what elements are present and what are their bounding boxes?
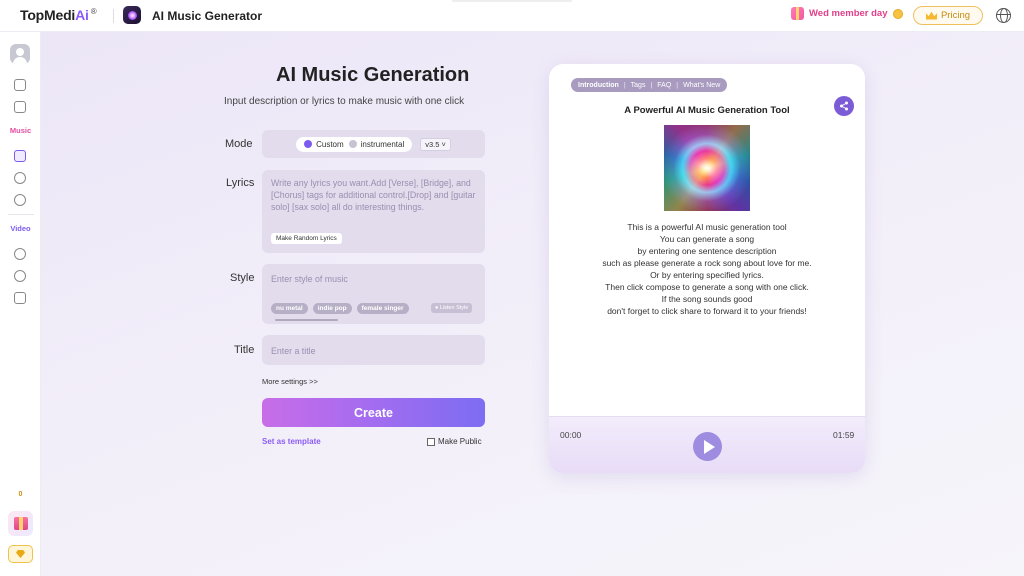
top-bar: TopMediAi ® AI Music Generator Wed member… [0,0,1024,32]
top-loading-bar [452,0,572,2]
brand-divider [113,9,114,23]
sidebar-section-video: Video [10,224,31,233]
user-avatar[interactable] [10,44,30,64]
lyrics-placeholder: Write any lyrics you want.Add [Verse], [… [271,178,476,212]
title-input[interactable]: Enter a title [262,335,485,365]
page-title: AI Music Generation [276,64,470,86]
member-day-label: Wed member day [809,8,888,19]
mode-instrumental-option[interactable]: instrumental [348,139,405,149]
style-tag[interactable]: nu metal [271,303,308,314]
mode-custom-option[interactable]: Custom [304,140,344,149]
sidebar-vinyl-icon[interactable] [14,172,26,184]
gift-icon [791,7,804,20]
sidebar-layers-icon[interactable] [14,292,26,304]
make-public-checkbox[interactable] [427,437,435,446]
mode-label: Mode [225,138,253,150]
description-line: You can generate a song [659,234,755,244]
pricing-button[interactable]: Pricing [913,6,983,25]
sidebar-face-icon[interactable] [14,270,26,282]
tab-separator: | [623,81,626,89]
lyrics-label: Lyrics [226,177,255,189]
description-line: such as please generate a rock song abou… [602,258,812,268]
create-button[interactable]: Create [262,398,485,427]
mode-custom-label: Custom [316,139,344,149]
style-label: Style [230,272,255,284]
version-select[interactable]: v3.5 ˅ [420,137,451,151]
sidebar-divider [8,214,34,215]
main-area [41,32,1024,576]
music-app-icon [123,6,141,24]
coin-icon [892,8,903,19]
gift-box-icon [13,517,28,530]
instrumental-radio-icon [348,140,357,148]
description-line: by entering one sentence description [637,246,777,256]
set-as-template-link[interactable]: Set as template [262,437,321,446]
member-day-promo[interactable]: Wed member day [791,7,903,20]
style-input[interactable]: Enter style of music nu metal indie pop … [262,264,485,324]
sidebar-document-icon[interactable] [14,101,26,113]
sidebar-globe-icon[interactable] [14,248,26,260]
vip-button[interactable] [8,545,33,563]
description-line: If the song sounds good [661,294,753,304]
sidebar-tool-icon[interactable] [14,79,26,91]
crown-icon [925,11,937,20]
play-icon [703,439,715,454]
description-line: Then click compose to generate a song wi… [605,282,809,292]
cover-art-image [664,125,750,211]
make-random-lyrics-button[interactable]: Make Random Lyrics [271,233,342,244]
brand-registered: ® [90,7,97,17]
title-label: Title [234,344,255,356]
listen-style-button[interactable]: ● Listen Style [431,303,473,313]
brand-name: TopMedi [20,7,76,23]
sidebar-section-music: Music [9,126,32,135]
description-line: This is a powerful AI music generation t… [627,222,787,232]
style-tag[interactable]: indie pop [312,303,352,314]
brand-logo[interactable]: TopMediAi ® [20,7,97,23]
pricing-label: Pricing [940,10,971,21]
sidebar-audio-icon[interactable] [14,194,26,206]
app-title: AI Music Generator [152,9,263,23]
play-button[interactable] [693,432,722,461]
style-tag[interactable]: female singer [356,303,409,314]
title-placeholder: Enter a title [271,346,316,356]
page-subtitle: Input description or lyrics to make musi… [224,96,465,107]
audio-player: 00:00 01:59 [549,416,865,473]
description-line: Or by entering specified lyrics. [650,270,764,280]
mode-options: Custom instrumental [296,136,413,152]
tab-faq[interactable]: FAQ [657,82,671,89]
current-time: 00:00 [560,430,582,440]
listen-style-label: Listen Style [439,305,469,311]
chevron-down-icon: ˅ [441,139,446,149]
tab-tags[interactable]: Tags [631,82,646,89]
tab-introduction[interactable]: Introduction [578,82,619,89]
tab-whats-new[interactable]: What's New [683,82,720,89]
sidebar: Music Video 0 [0,32,41,576]
description-line: don't forget to click share to forward i… [607,306,807,316]
make-public-option[interactable]: Make Public [427,437,482,446]
credits-count: 0 [18,491,23,498]
sidebar-music-note-icon[interactable] [14,150,26,162]
card-tabs: Introduction | Tags | FAQ | What's New [571,78,728,92]
tags-scrollbar[interactable] [275,319,338,321]
intro-card: Introduction | Tags | FAQ | What's New A… [549,64,865,473]
diamond-icon [16,550,25,558]
duration: 01:59 [833,430,855,440]
language-globe-icon[interactable] [996,8,1011,23]
mode-instrumental-label: instrumental [360,139,405,149]
tab-separator: | [650,81,653,89]
style-placeholder: Enter style of music [271,274,348,284]
version-value: v3.5 [425,139,440,149]
tab-separator: | [676,81,679,89]
gift-button[interactable] [8,511,33,536]
more-settings-link[interactable]: More settings >> [262,377,318,386]
lyrics-input[interactable]: Write any lyrics you want.Add [Verse], [… [262,170,485,253]
mode-selector: Custom instrumental v3.5 ˅ [262,130,485,158]
card-title: A Powerful AI Music Generation Tool [624,105,790,116]
brand-ai: Ai [75,7,89,23]
make-public-label: Make Public [438,437,482,446]
style-tags: nu metal indie pop female singer [271,303,409,314]
card-description: This is a powerful AI music generation t… [549,221,865,317]
custom-radio-icon [304,140,313,148]
